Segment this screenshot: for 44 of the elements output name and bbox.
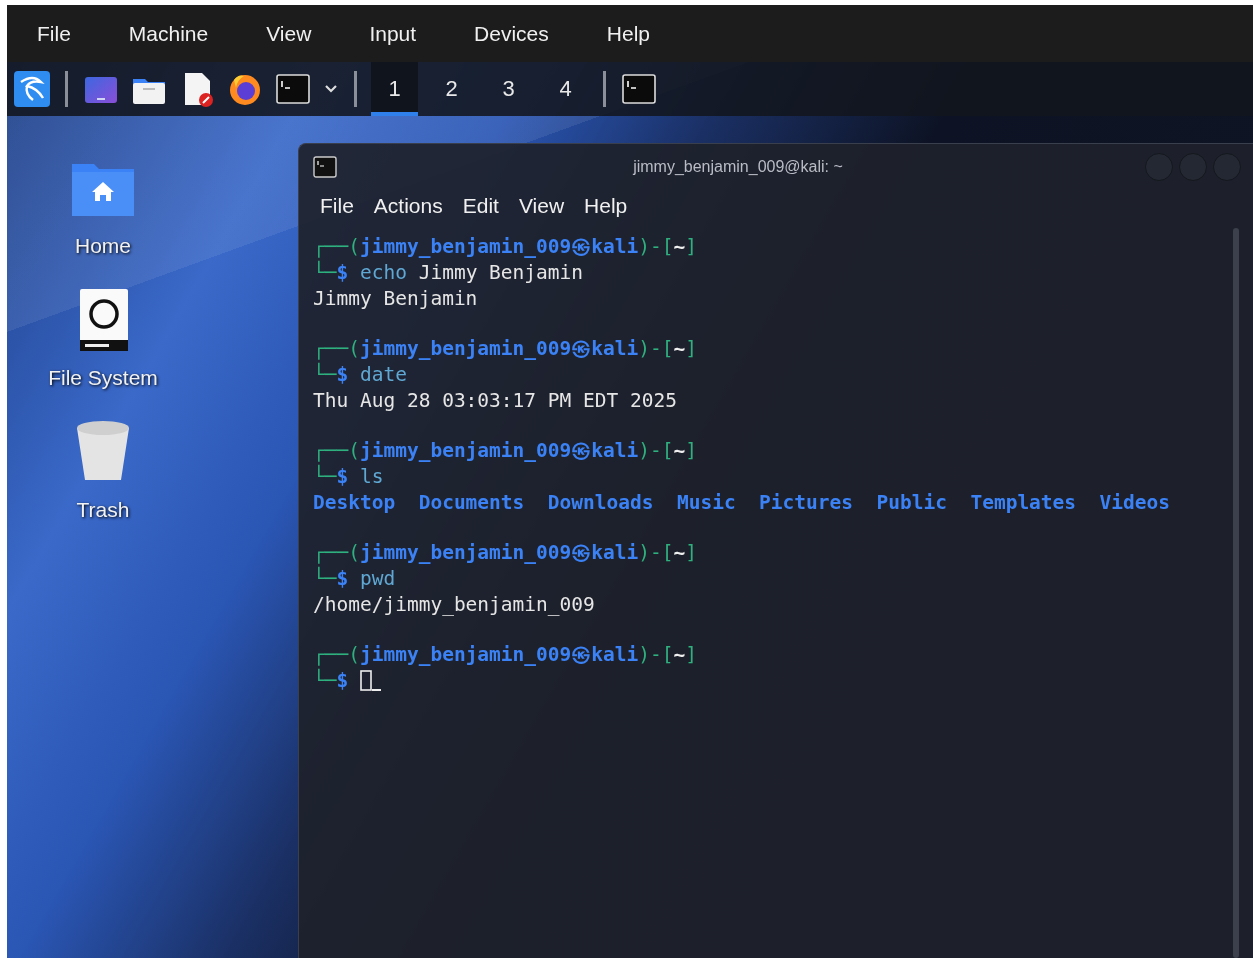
output-line: Thu Aug 28 03:03:17 PM EDT 2025 [313, 388, 677, 414]
desktop-icon-label[interactable]: Trash [76, 498, 130, 522]
directory-name: Public [876, 490, 947, 516]
directory-name: Pictures [759, 490, 854, 516]
command-line: └─$ ls [313, 464, 384, 490]
cursor-icon [360, 669, 382, 693]
menu-item[interactable]: Help [606, 21, 650, 46]
directory-name: Desktop [313, 490, 396, 516]
workspace-tab[interactable]: 1 [371, 62, 418, 116]
terminal-icon [313, 156, 337, 178]
menu-item[interactable]: File [37, 21, 71, 46]
dragon-logo-icon[interactable] [13, 70, 51, 108]
prompt-line: ┌──(jimmy_benjamin_009㉿kali)-[~] [313, 234, 697, 260]
directory-name: Music [676, 490, 736, 516]
menu-item[interactable]: Devices [474, 21, 549, 46]
menu-item[interactable]: File [320, 194, 354, 228]
desktop-icon-label[interactable]: File System [48, 366, 158, 390]
command-line: └─$ pwd [313, 566, 396, 592]
directory-name: Downloads [547, 490, 654, 516]
prompt-line: ┌──(jimmy_benjamin_009㉿kali)-[~] [313, 540, 697, 566]
workspace-tab[interactable]: 3 [485, 62, 532, 116]
workspace-tab[interactable]: 2 [428, 62, 475, 116]
output-line: /home/jimmy_benjamin_009 [313, 592, 595, 618]
directory-name: Documents [418, 490, 525, 516]
directory-name: Videos [1099, 490, 1170, 516]
prompt-line: ┌──(jimmy_benjamin_009㉿kali)-[~] [313, 336, 697, 362]
scrollbar[interactable] [1233, 228, 1239, 958]
workspace-tab[interactable]: 4 [542, 62, 589, 116]
menu-item[interactable]: View [518, 194, 565, 228]
command-line: └─$ [313, 668, 382, 694]
menu-item[interactable]: Help [584, 194, 628, 228]
prompt-line: ┌──(jimmy_benjamin_009㉿kali)-[~] [313, 642, 697, 668]
menu-item[interactable]: Machine [128, 21, 209, 46]
menu-item[interactable]: Actions [373, 194, 443, 228]
menu-item[interactable]: View [266, 21, 312, 46]
menu-item[interactable]: Input [369, 21, 417, 46]
prompt-line: ┌──(jimmy_benjamin_009㉿kali)-[~] [313, 438, 697, 464]
directory-name: Templates [970, 490, 1077, 516]
command-line: └─$ echo Jimmy Benjamin [313, 260, 584, 286]
desktop-icon-label[interactable]: Home [75, 234, 131, 258]
command-line: └─$ date [313, 362, 407, 388]
menu-item[interactable]: Edit [462, 194, 499, 228]
window-title: jimmy_benjamin_009@kali: ~ [632, 158, 844, 176]
output-line: Jimmy Benjamin [313, 286, 478, 312]
